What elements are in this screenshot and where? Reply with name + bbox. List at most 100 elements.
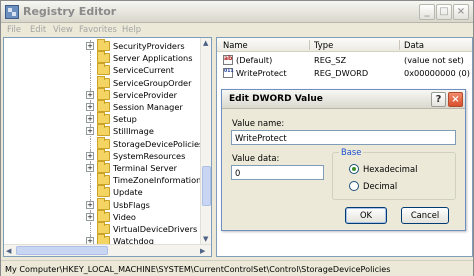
scroll-up-arrow-icon[interactable]: ▲ [203, 39, 208, 47]
tree-item-label[interactable]: ServiceCurrent [113, 65, 174, 75]
column-divider[interactable] [399, 40, 400, 50]
tree-item[interactable]: StorageDevicePolicies [4, 136, 203, 150]
folder-icon [97, 161, 110, 173]
value-type: REG_SZ [314, 55, 347, 65]
expand-icon[interactable]: + [86, 103, 94, 111]
minimize-button[interactable]: _ [419, 4, 435, 20]
expand-icon[interactable]: + [86, 200, 94, 209]
tree-item-label[interactable]: Server Applications [113, 53, 192, 63]
status-path: My Computer\HKEY_LOCAL_MACHINE\SYSTEM\Cu… [5, 264, 391, 274]
value-name-field[interactable]: WriteProtect [231, 130, 456, 145]
tree-connector-line [90, 174, 91, 187]
expand-icon[interactable]: + [86, 115, 94, 124]
folder-icon [97, 222, 110, 234]
tree-item-label[interactable]: Update [113, 187, 143, 197]
tree-vertical-scrollbar[interactable]: ▲ ▼ [200, 38, 211, 245]
folder-icon [97, 136, 110, 149]
tree-item[interactable]: ServiceGroupOrder [4, 75, 202, 89]
tree-item-label[interactable]: Video [113, 212, 136, 222]
tree-item-label[interactable]: StillImage [113, 126, 154, 136]
folder-icon [97, 87, 110, 100]
tree-item[interactable]: VirtualDeviceDrivers [4, 222, 202, 235]
tree-item[interactable]: + Setup [4, 112, 202, 126]
value-data: (value not set) [404, 55, 464, 65]
tree-item-label[interactable]: SystemResources [113, 151, 185, 161]
column-divider[interactable] [309, 40, 310, 50]
decimal-radio[interactable] [349, 181, 359, 191]
column-header-type[interactable]: Type [314, 40, 333, 50]
folder-icon [97, 197, 110, 210]
scroll-left-arrow-icon[interactable]: ◀ [6, 247, 11, 255]
menu-favorites[interactable]: Favorites [79, 24, 117, 34]
tree-item[interactable]: + SecurityProviders [4, 39, 202, 52]
tree-item[interactable]: Update [4, 185, 202, 199]
tree-item[interactable]: + ServiceProvider [4, 87, 202, 101]
tree-connector-line [90, 76, 91, 89]
tree-vertical-scroll-thumb[interactable] [202, 166, 211, 206]
column-header-name[interactable]: Name [223, 40, 248, 50]
folder-icon [97, 112, 110, 125]
ok-button[interactable]: OK [345, 207, 387, 224]
hexadecimal-radio[interactable] [349, 164, 359, 174]
close-button[interactable]: × [453, 4, 469, 20]
value-data-label: Value data: [232, 153, 280, 163]
folder-icon [97, 63, 110, 76]
hexadecimal-label[interactable]: Hexadecimal [363, 164, 417, 174]
maximize-button[interactable]: □ [436, 4, 452, 20]
tree-item-label[interactable]: StorageDevicePolicies [113, 139, 203, 149]
expand-icon[interactable]: + [86, 212, 94, 221]
tree-horizontal-scrollbar[interactable]: ◀ ▶ [4, 244, 211, 256]
decimal-label[interactable]: Decimal [363, 181, 397, 191]
tree-item-label[interactable]: Setup [113, 114, 137, 124]
menu-view[interactable]: View [53, 24, 73, 34]
tree-item[interactable]: + UsbFlags [4, 197, 202, 211]
list-row[interactable]: WriteProtect REG_DWORD 0x00000000 (0) [217, 67, 472, 79]
tree-item[interactable]: TimeZoneInformation [4, 173, 202, 187]
tree-item-label[interactable]: SecurityProviders [113, 41, 185, 51]
tree-horizontal-scroll-thumb[interactable] [16, 246, 108, 255]
folder-icon [97, 100, 110, 112]
title-bar[interactable]: Registry Editor _ □ × [1, 1, 473, 23]
expand-icon[interactable]: + [86, 90, 94, 99]
tree-item-label[interactable]: ServiceProvider [113, 90, 177, 100]
tree-item[interactable]: Server Applications [4, 51, 202, 65]
list-row[interactable]: (Default) REG_SZ (value not set) [217, 54, 472, 66]
tree-item-label[interactable]: Session Manager [113, 102, 183, 112]
dialog-close-button[interactable]: × [448, 92, 463, 107]
expand-icon[interactable]: + [86, 127, 94, 136]
tree-item[interactable]: + SystemResources [4, 148, 202, 162]
tree-item[interactable]: + Terminal Server [4, 161, 202, 174]
dword-value-icon [223, 68, 234, 78]
tree-item-label[interactable]: UsbFlags [113, 200, 150, 210]
dialog-title-bar[interactable]: Edit DWORD Value ? × [222, 90, 465, 109]
tree-item-label[interactable]: Terminal Server [113, 163, 177, 173]
tree-item[interactable]: + StillImage [4, 124, 202, 138]
list-header: Name Type Data [217, 38, 472, 52]
tree-connector-line [90, 64, 91, 77]
column-header-data[interactable]: Data [404, 40, 424, 50]
tree-item-label[interactable]: TimeZoneInformation [113, 175, 201, 185]
scroll-down-arrow-icon[interactable]: ▼ [203, 235, 208, 243]
tree-item-label[interactable]: ServiceGroupOrder [113, 78, 191, 88]
registry-key-tree[interactable]: + Watchdog VirtualDeviceDrivers + Video + UsbF… [3, 37, 212, 257]
tree-item-label[interactable]: VirtualDeviceDrivers [113, 224, 197, 234]
value-data: 0x00000000 (0) [404, 68, 470, 78]
status-bar: My Computer\HKEY_LOCAL_MACHINE\SYSTEM\Cu… [1, 260, 473, 276]
window-title: Registry Editor [23, 5, 117, 18]
menu-help[interactable]: Help [122, 24, 141, 34]
cancel-button[interactable]: Cancel [401, 207, 449, 224]
edit-dword-dialog: Edit DWORD Value ? × Value name: WritePr… [221, 89, 466, 231]
tree-item[interactable]: + Video [4, 209, 202, 223]
menu-bar: File Edit View Favorites Help [1, 23, 473, 36]
menu-edit[interactable]: Edit [30, 24, 46, 34]
dialog-help-button[interactable]: ? [431, 92, 446, 107]
expand-icon[interactable]: + [86, 42, 94, 50]
value-data-field[interactable]: 0 [231, 165, 324, 180]
menu-file[interactable]: File [7, 24, 21, 34]
scroll-right-arrow-icon[interactable]: ▶ [200, 247, 205, 255]
registry-app-icon [5, 5, 19, 19]
expand-icon[interactable]: + [86, 151, 94, 160]
tree-item[interactable]: + Session Manager [4, 100, 202, 113]
expand-icon[interactable]: + [86, 164, 94, 172]
tree-item[interactable]: ServiceCurrent [4, 63, 202, 77]
